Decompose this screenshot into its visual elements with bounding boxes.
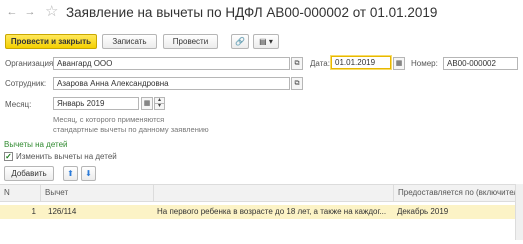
- column-header-deduction[interactable]: Вычет: [40, 185, 153, 201]
- table-row[interactable]: 1 126/114 На первого ребенка в возрасте …: [0, 205, 523, 219]
- calendar-icon: ▦: [395, 60, 403, 67]
- date-calendar-button[interactable]: ▦: [393, 57, 405, 70]
- change-deductions-label: Изменить вычеты на детей: [16, 152, 117, 161]
- employee-label: Сотрудник:: [5, 79, 47, 88]
- month-field[interactable]: Январь 2019: [53, 97, 139, 110]
- organization-open-button[interactable]: ⧉: [291, 57, 303, 70]
- number-label: Номер:: [411, 59, 438, 68]
- date-label: Дата:: [310, 59, 330, 68]
- favorite-star-icon[interactable]: ☆: [45, 3, 58, 21]
- number-field[interactable]: АВ00-000002: [443, 57, 518, 70]
- arrow-down-icon: ⬇: [85, 169, 92, 178]
- back-button[interactable]: ←: [6, 6, 18, 18]
- deduction-description-cell: На первого ребенка в возрасте до 18 лет,…: [157, 207, 387, 216]
- move-up-button[interactable]: ⬆: [63, 166, 78, 181]
- children-deductions-section-title: Вычеты на детей: [4, 140, 68, 149]
- row-number-cell: 1: [31, 207, 36, 216]
- table-header: N Вычет Предоставляется по (включительно…: [0, 184, 523, 202]
- change-deductions-checkbox[interactable]: ✓: [4, 152, 13, 161]
- print-icon: ▤ ▾: [259, 37, 273, 46]
- table-scrollbar[interactable]: [515, 184, 523, 240]
- organization-field[interactable]: Авангард ООО: [53, 57, 290, 70]
- until-month-cell[interactable]: Декабрь 2019: [393, 205, 515, 219]
- add-row-button[interactable]: Добавить: [4, 166, 54, 181]
- arrow-right-icon: →: [24, 6, 36, 18]
- link-icon: 🔗: [235, 37, 245, 46]
- chevron-down-icon: ▾: [157, 103, 161, 109]
- month-label: Месяц:: [5, 100, 32, 109]
- column-header-n[interactable]: N: [0, 185, 40, 201]
- arrow-left-icon: ←: [6, 6, 18, 18]
- attachments-button[interactable]: 🔗: [231, 34, 249, 49]
- forward-button[interactable]: →: [24, 6, 36, 18]
- employee-field[interactable]: Азарова Анна Александровна: [53, 77, 290, 90]
- post-button[interactable]: Провести: [163, 34, 218, 49]
- column-header-until[interactable]: Предоставляется по (включительно): [393, 185, 515, 201]
- date-field[interactable]: 01.01.2019: [331, 56, 391, 69]
- checkmark-icon: ✓: [5, 152, 12, 161]
- open-icon: ⧉: [294, 80, 300, 87]
- post-and-close-button[interactable]: Провести и закрыть: [5, 34, 97, 49]
- month-calendar-button[interactable]: ▦: [141, 97, 153, 110]
- calendar-icon: ▦: [143, 100, 151, 107]
- open-icon: ⧉: [294, 60, 300, 67]
- print-menu-button[interactable]: ▤ ▾: [253, 34, 279, 49]
- arrow-up-icon: ⬆: [67, 169, 74, 178]
- month-down-button[interactable]: ▾: [154, 103, 165, 110]
- save-button[interactable]: Записать: [102, 34, 157, 49]
- deduction-code-cell[interactable]: 126/114: [44, 205, 153, 219]
- window-title: Заявление на вычеты по НДФЛ АВ00-000002 …: [66, 5, 438, 20]
- organization-label: Организация:: [5, 59, 56, 68]
- column-header-description[interactable]: [153, 185, 393, 201]
- move-down-button[interactable]: ⬇: [81, 166, 96, 181]
- employee-open-button[interactable]: ⧉: [291, 77, 303, 90]
- month-hint-line2: стандартные вычеты по данному заявлению: [53, 125, 209, 134]
- month-hint-line1: Месяц, с которого применяются: [53, 115, 165, 124]
